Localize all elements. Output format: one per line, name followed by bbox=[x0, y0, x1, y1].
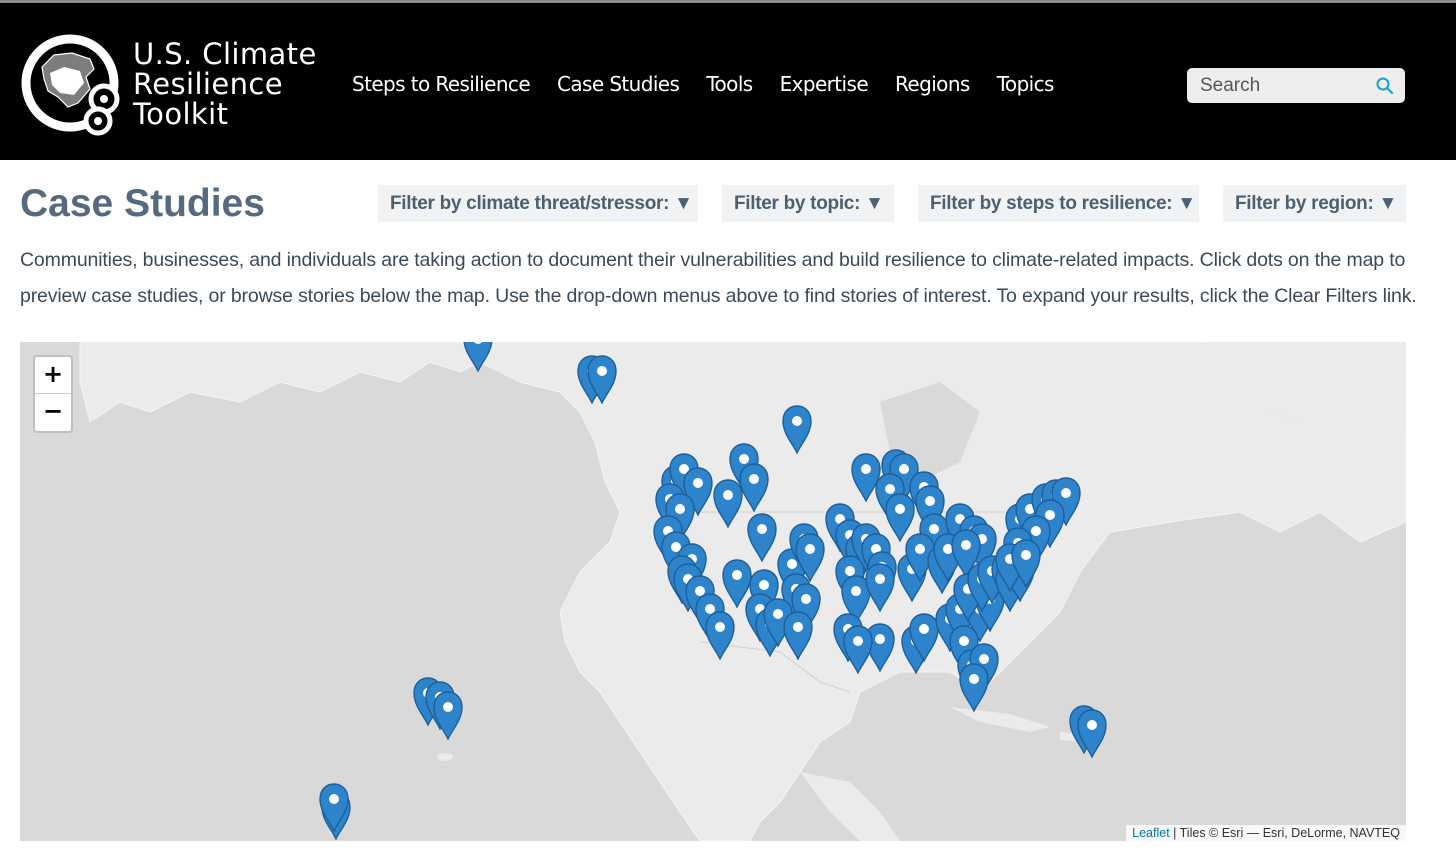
search-icon[interactable] bbox=[1375, 76, 1395, 96]
case-study-marker[interactable] bbox=[781, 404, 813, 454]
case-study-marker[interactable] bbox=[704, 610, 736, 660]
case-studies-map[interactable]: + − Leaflet | Tiles © Esri — Esri, DeLor… bbox=[20, 342, 1406, 841]
site-title-line: Resilience bbox=[133, 67, 283, 101]
site-title[interactable]: U.S. Climate Resilience Toolkit bbox=[133, 39, 317, 129]
case-study-marker[interactable] bbox=[958, 662, 990, 712]
case-study-marker[interactable] bbox=[712, 478, 744, 528]
nav-topics[interactable]: Topics bbox=[997, 72, 1055, 96]
search-box bbox=[1187, 68, 1405, 103]
case-study-marker[interactable] bbox=[864, 562, 896, 612]
zoom-in-button[interactable]: + bbox=[35, 357, 71, 394]
page-title: Case Studies bbox=[20, 182, 265, 225]
zoom-out-button[interactable]: − bbox=[35, 394, 71, 431]
site-title-line: Toolkit bbox=[133, 97, 229, 131]
toolkit-logo-icon[interactable] bbox=[20, 33, 126, 137]
case-study-marker[interactable] bbox=[318, 782, 350, 832]
site-header: U.S. Climate Resilience Toolkit Steps to… bbox=[0, 3, 1456, 160]
case-study-marker[interactable] bbox=[462, 342, 494, 372]
nav-regions[interactable]: Regions bbox=[895, 72, 970, 96]
case-study-marker[interactable] bbox=[746, 512, 778, 562]
filter-topic-dropdown[interactable]: Filter by topic: ▼ bbox=[722, 185, 894, 222]
case-study-marker[interactable] bbox=[1076, 708, 1108, 758]
main-nav: Steps to Resilience Case Studies Tools E… bbox=[352, 72, 1081, 96]
nav-steps-to-resilience[interactable]: Steps to Resilience bbox=[352, 72, 531, 96]
case-study-marker[interactable] bbox=[432, 690, 464, 740]
filter-steps-dropdown[interactable]: Filter by steps to resilience: ▼ bbox=[918, 185, 1199, 222]
zoom-control: + − bbox=[33, 355, 73, 433]
nav-tools[interactable]: Tools bbox=[706, 72, 753, 96]
filter-climate-threat-dropdown[interactable]: Filter by climate threat/stressor: ▼ bbox=[378, 185, 698, 222]
case-study-marker[interactable] bbox=[842, 624, 874, 674]
case-study-marker[interactable] bbox=[782, 610, 814, 660]
page-description: Communities, businesses, and individuals… bbox=[20, 249, 1417, 307]
case-study-marker[interactable] bbox=[1010, 538, 1042, 588]
case-study-marker[interactable] bbox=[586, 354, 618, 404]
site-title-line: U.S. Climate bbox=[133, 37, 317, 71]
filter-region-dropdown[interactable]: Filter by region: ▼ bbox=[1223, 185, 1406, 222]
nav-expertise[interactable]: Expertise bbox=[780, 72, 869, 96]
nav-case-studies[interactable]: Case Studies bbox=[557, 72, 680, 96]
attribution-text: | Tiles © Esri — Esri, DeLorme, NAVTEQ bbox=[1169, 826, 1400, 840]
map-attribution: Leaflet | Tiles © Esri — Esri, DeLorme, … bbox=[1126, 825, 1406, 841]
search-input[interactable] bbox=[1187, 68, 1372, 103]
leaflet-link[interactable]: Leaflet bbox=[1132, 826, 1170, 840]
